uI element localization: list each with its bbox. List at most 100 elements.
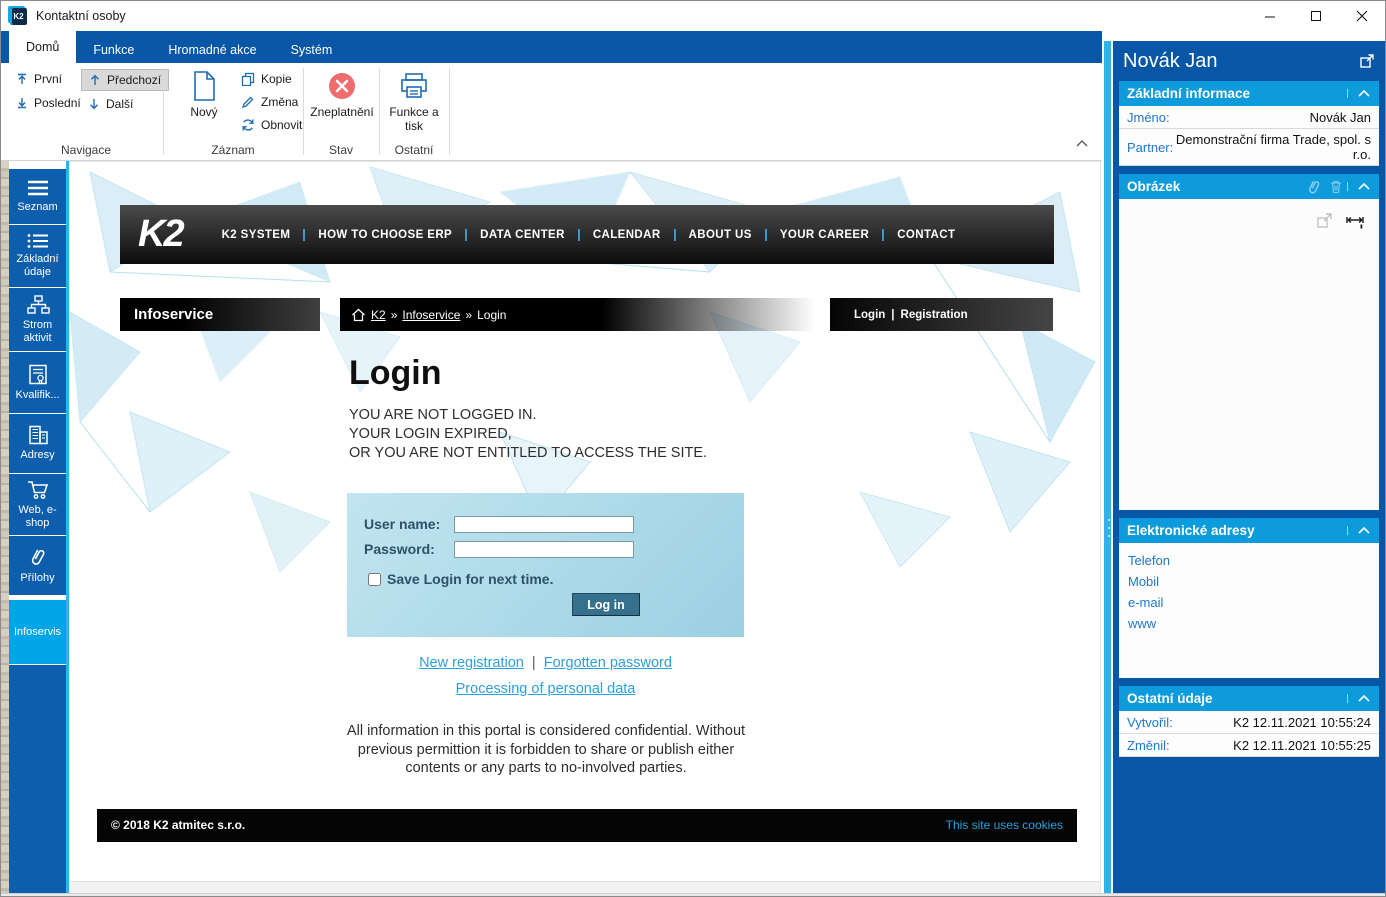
open-in-window-button[interactable] (1359, 53, 1375, 69)
breadcrumb-home-link[interactable]: K2 (371, 308, 386, 322)
breadcrumb-separator: » (465, 307, 473, 322)
ribbon-collapse-button[interactable] (1075, 135, 1089, 153)
www-link[interactable]: www (1128, 613, 1370, 634)
group-separator (379, 68, 380, 155)
login-messages: YOU ARE NOT LOGGED IN. YOUR LOGIN EXPIRE… (349, 406, 1077, 463)
open-image-icon[interactable] (1316, 212, 1333, 229)
maximize-button[interactable] (1293, 1, 1339, 31)
telefon-link[interactable]: Telefon (1128, 550, 1370, 571)
nav-data-center[interactable]: DATA CENTER (465, 228, 578, 241)
delete-image-icon[interactable] (1329, 179, 1343, 194)
forgotten-password-link[interactable]: Forgotten password (544, 655, 672, 671)
nav-calendar[interactable]: CALENDAR (577, 228, 674, 241)
breadcrumb-infoservice-link[interactable]: Infoservice (402, 308, 460, 322)
registration-link[interactable]: Registration (901, 309, 968, 321)
arrow-up-icon (90, 74, 100, 85)
chevron-up-icon (1358, 694, 1370, 702)
copy-button[interactable]: Kopie (237, 70, 296, 88)
info-row-vytvoril: Vytvořil: K2 12.11.2021 10:55:24 (1119, 711, 1379, 734)
processing-personal-data-link[interactable]: Processing of personal data (456, 681, 636, 697)
sidebar-item-label: Strom aktivit (22, 318, 53, 344)
function-print-label-1: Funkce a (389, 105, 439, 119)
function-print-button[interactable]: Funkce a tisk (383, 67, 445, 137)
first-button[interactable]: První (9, 69, 69, 89)
sidebar-item-seznam[interactable]: Seznam (9, 169, 66, 224)
tab-hromadne-akce[interactable]: Hromadné akce (151, 37, 273, 63)
sidebar-item-prilohy[interactable]: Přílohy (9, 536, 66, 595)
nav-contact[interactable]: CONTACT (882, 228, 968, 241)
new-record-button[interactable]: Nový (173, 67, 235, 137)
k2-logo: K2 (138, 213, 185, 255)
previous-label: Předchozí (107, 73, 162, 87)
invalidate-button[interactable]: Zneplatnění (306, 67, 378, 137)
collapse-button[interactable] (1347, 89, 1371, 98)
row-value: Demonstrační firma Trade, spol. s r.o. (1175, 132, 1371, 162)
close-button[interactable] (1339, 1, 1385, 31)
sidebar-item-label: Adresy (20, 449, 55, 461)
panel-splitter-bar[interactable] (1104, 41, 1111, 896)
sidebar-item-zakladni-udaje[interactable]: Základní údaje (9, 225, 66, 287)
password-input[interactable] (454, 541, 634, 558)
section-title: Základní informace (1127, 86, 1251, 101)
section-image-header[interactable]: Obrázek (1119, 174, 1379, 199)
tab-domu[interactable]: Domů (9, 31, 77, 63)
site-header: K2 K2 SYSTEM HOW TO CHOOSE ERP DATA CENT… (120, 205, 1054, 264)
certificate-icon (28, 364, 47, 384)
copyright-text: © 2018 K2 atmitec s.r.o. (111, 818, 246, 832)
tab-system[interactable]: Systém (274, 37, 350, 63)
email-link[interactable]: e-mail (1128, 592, 1370, 613)
sidebar-item-adresy[interactable]: Adresy (9, 414, 66, 473)
invalidate-x-icon (329, 73, 355, 99)
sidebar-texture (1, 161, 9, 896)
username-input[interactable] (454, 516, 634, 533)
change-button[interactable]: Změna (237, 93, 302, 111)
section-electronic-addresses-header[interactable]: Elektronické adresy (1119, 518, 1379, 543)
panel-splitter[interactable] (1102, 41, 1113, 896)
sidebar-item-strom-aktivit[interactable]: Strom aktivit (9, 288, 66, 351)
nav-how-to-choose-erp[interactable]: HOW TO CHOOSE ERP (303, 228, 465, 241)
nav-k2-system[interactable]: K2 SYSTEM (209, 229, 304, 241)
panel-title: Novák Jan (1123, 49, 1218, 72)
collapse-button[interactable] (1347, 182, 1371, 191)
home-icon (352, 308, 365, 321)
group-label-navigace: Navigace (60, 143, 112, 157)
save-login-checkbox[interactable] (368, 572, 381, 586)
mobil-link[interactable]: Mobil (1128, 571, 1370, 592)
section-title: Ostatní údaje (1127, 691, 1213, 706)
personal-data-line: Processing of personal data (347, 681, 744, 697)
cookies-link[interactable]: This site uses cookies (946, 818, 1063, 832)
sidebar-item-kvalifikace[interactable]: Kvalifik... (9, 352, 66, 413)
next-button[interactable]: Další (81, 94, 140, 114)
section-basic-info-header[interactable]: Základní informace (1119, 81, 1379, 106)
arrow-down-icon (89, 99, 99, 110)
login-submit-button[interactable]: Log in (572, 593, 640, 616)
minimize-button[interactable] (1247, 1, 1293, 31)
previous-button[interactable]: Předchozí (81, 69, 170, 91)
tree-icon (26, 294, 50, 314)
row-label: Partner: (1127, 139, 1174, 155)
group-label-ostatni: Ostatní (394, 143, 434, 157)
collapse-button[interactable] (1347, 694, 1371, 703)
nav-your-career[interactable]: YOUR CAREER (764, 228, 882, 241)
login-link[interactable]: Login (854, 309, 885, 321)
section-other-data-header[interactable]: Ostatní údaje (1119, 686, 1379, 711)
document-icon (194, 71, 215, 101)
invalidate-label: Zneplatnění (310, 105, 374, 119)
window-resize-edge[interactable] (1, 893, 1385, 896)
sidebar-item-infoservis[interactable]: Infoservis (9, 600, 66, 664)
ribbon-tabbar: Domů Funkce Hromadné akce Systém (1, 31, 1102, 63)
sidebar-filler (9, 665, 66, 896)
titlebar: K2 Kontaktní osoby (1, 1, 1385, 31)
attach-image-icon[interactable] (1306, 179, 1321, 195)
sidebar-item-web-eshop[interactable]: Web, e-shop (9, 474, 66, 535)
nav-about-us[interactable]: ABOUT US (673, 228, 765, 241)
fit-width-icon[interactable] (1345, 211, 1365, 229)
refresh-button[interactable]: Obnovit (237, 116, 306, 134)
row-label: Změnil: (1127, 737, 1170, 753)
web-page: K2 K2 SYSTEM HOW TO CHOOSE ERP DATA CENT… (97, 162, 1077, 842)
last-button[interactable]: Poslední (9, 93, 88, 113)
tab-funkce[interactable]: Funkce (76, 37, 151, 63)
collapse-button[interactable] (1347, 526, 1371, 535)
new-registration-link[interactable]: New registration (419, 655, 524, 671)
chevron-up-icon (1358, 526, 1370, 534)
